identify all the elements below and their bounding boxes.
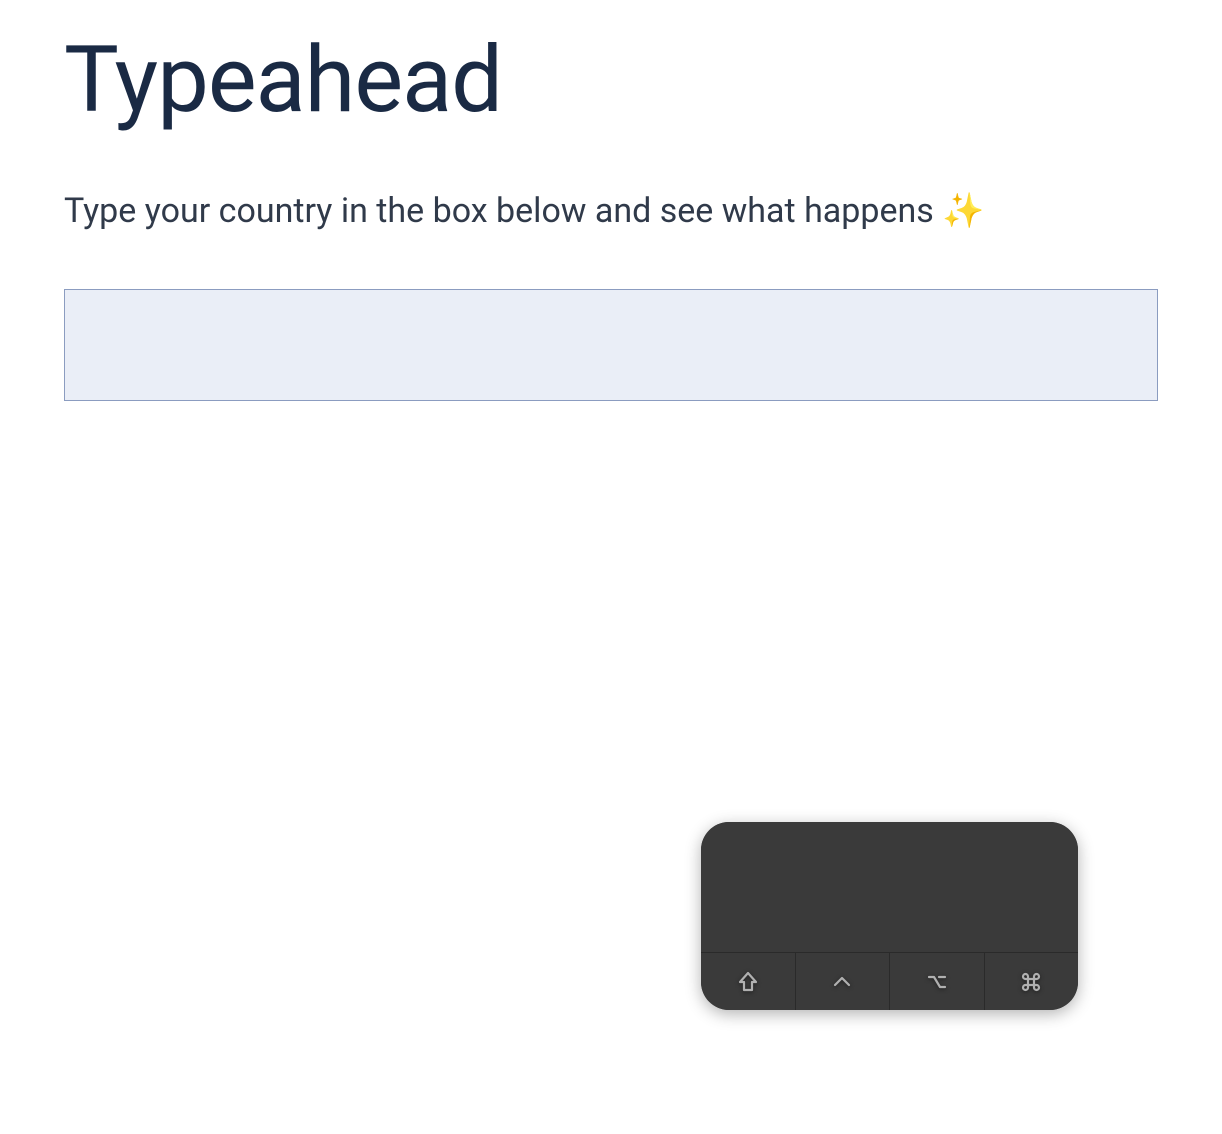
option-key-indicator (890, 953, 985, 1010)
keycast-widget (701, 822, 1078, 1010)
command-key-indicator (985, 953, 1079, 1010)
keycast-display (701, 822, 1078, 953)
instruction-text: Type your country in the box below and s… (64, 189, 1158, 233)
country-input[interactable] (64, 289, 1158, 401)
command-icon (1019, 970, 1043, 994)
instruction-label: Type your country in the box below and s… (64, 191, 942, 231)
option-icon (925, 970, 949, 994)
shift-icon (736, 970, 760, 994)
page-title: Typeahead (64, 30, 1158, 131)
shift-key-indicator (701, 953, 796, 1010)
control-key-indicator (796, 953, 891, 1010)
control-icon (830, 970, 854, 994)
sparkles-icon: ✨ (942, 191, 984, 231)
keycast-modifier-row (701, 953, 1078, 1010)
main-container: Typeahead Type your country in the box b… (0, 0, 1222, 431)
